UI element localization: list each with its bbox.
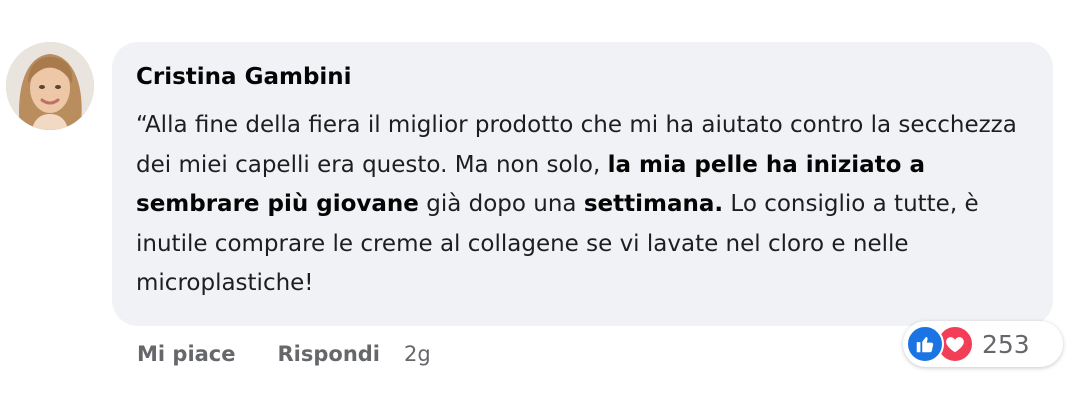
comment-text-part: già dopo una	[418, 191, 584, 217]
comment-author[interactable]: Cristina Gambini	[136, 62, 1029, 92]
reactions-summary[interactable]: 253	[903, 321, 1063, 367]
like-icon	[906, 325, 944, 363]
avatar[interactable]	[6, 42, 94, 130]
comment-actions: Mi piace Rispondi 2g	[137, 338, 431, 370]
reaction-count: 253	[982, 329, 1030, 359]
comment-text: “Alla fine della fiera il miglior prodot…	[136, 106, 1029, 304]
like-button[interactable]: Mi piace	[137, 342, 236, 366]
comment-timestamp[interactable]: 2g	[404, 342, 431, 366]
comment-bubble: Cristina Gambini “Alla fine della fiera …	[112, 42, 1053, 326]
comment-text-bold: settimana.	[583, 191, 724, 217]
reply-button[interactable]: Rispondi	[278, 342, 381, 366]
avatar-image	[6, 42, 94, 130]
